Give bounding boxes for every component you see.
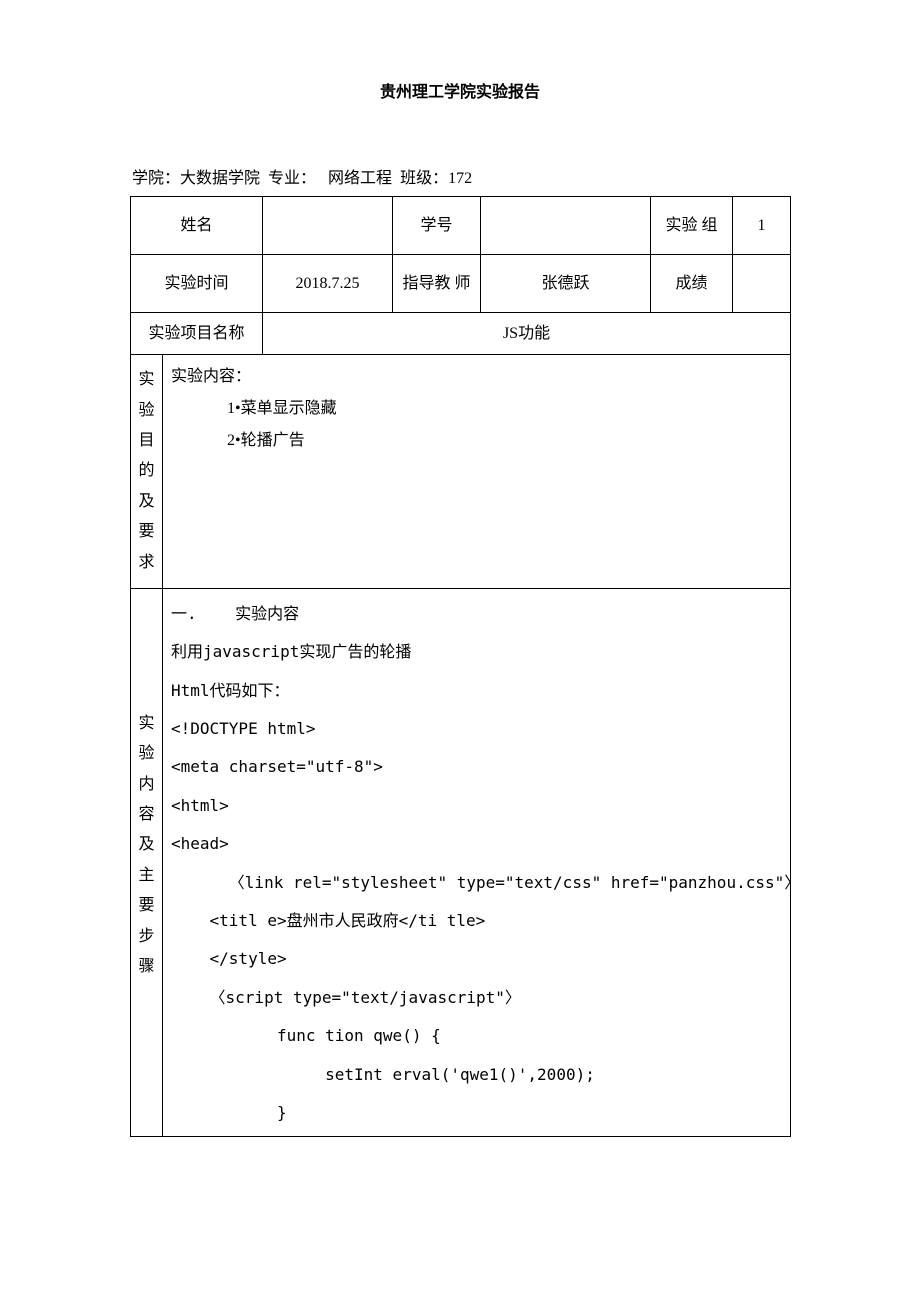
teacher-label: 指导教 师	[393, 255, 481, 313]
report-table: 姓名 学号 实验 组 1 实验时间 2018.7.25 指导教 师 张德跃 成绩…	[130, 196, 791, 1137]
group-label: 实验 组	[651, 197, 733, 255]
major-label: 专业：	[268, 170, 316, 187]
table-row: 姓名 学号 实验 组 1	[131, 197, 791, 255]
college-value: 大数据学院	[180, 170, 260, 187]
document-title: 贵州理工学院实验报告	[130, 80, 790, 106]
name-value	[263, 197, 393, 255]
project-label: 实验项目名称	[131, 313, 263, 355]
code-line: 一. 实验内容	[171, 595, 782, 633]
code-line: func tion qwe() {	[171, 1017, 782, 1055]
table-row: 实验项目名称 JS功能	[131, 313, 791, 355]
id-label: 学号	[393, 197, 481, 255]
purpose-line: 1•菜单显示隐藏	[171, 393, 782, 425]
code-line: <!DOCTYPE html>	[171, 710, 782, 748]
header-info: 学院：大数据学院 专业： 网络工程 班级：172	[130, 166, 790, 192]
steps-content: 一. 实验内容 利用javascript实现广告的轮播 Html代码如下： <!…	[163, 588, 791, 1136]
college-label: 学院：	[132, 170, 180, 187]
time-value: 2018.7.25	[263, 255, 393, 313]
table-row: 实验时间 2018.7.25 指导教 师 张德跃 成绩	[131, 255, 791, 313]
code-line: 利用javascript实现广告的轮播	[171, 633, 782, 671]
code-line: }	[171, 1094, 782, 1132]
group-value: 1	[733, 197, 791, 255]
project-value: JS功能	[263, 313, 791, 355]
code-line: <html>	[171, 787, 782, 825]
purpose-side-label: 实验目的及要求	[131, 355, 163, 589]
purpose-line: 2•轮播广告	[171, 425, 782, 457]
table-row: 实验内容及主要步骤 一. 实验内容 利用javascript实现广告的轮播 Ht…	[131, 588, 791, 1136]
name-label: 姓名	[131, 197, 263, 255]
table-row: 实验目的及要求 实验内容： 1•菜单显示隐藏 2•轮播广告	[131, 355, 791, 589]
code-line: <head>	[171, 825, 782, 863]
code-line: <titl e>盘州市人民政府</ti tle>	[171, 902, 782, 940]
score-label: 成绩	[651, 255, 733, 313]
code-line: setInt erval('qwe1()',2000);	[171, 1056, 782, 1094]
time-label: 实验时间	[131, 255, 263, 313]
major-value: 网络工程	[328, 170, 392, 187]
purpose-content: 实验内容： 1•菜单显示隐藏 2•轮播广告	[163, 355, 791, 589]
code-line: </style>	[171, 940, 782, 978]
code-line: 〈link rel="stylesheet" type="text/css" h…	[171, 864, 782, 902]
code-line: <meta charset="utf-8">	[171, 748, 782, 786]
class-label: 班级：	[400, 170, 448, 187]
class-value: 172	[448, 170, 472, 187]
score-value	[733, 255, 791, 313]
steps-side-label: 实验内容及主要步骤	[131, 588, 163, 1136]
code-line: Html代码如下：	[171, 672, 782, 710]
teacher-value: 张德跃	[481, 255, 651, 313]
code-line: 〈script type="text/javascript"〉	[171, 979, 782, 1017]
purpose-line: 实验内容：	[171, 361, 782, 393]
id-value	[481, 197, 651, 255]
